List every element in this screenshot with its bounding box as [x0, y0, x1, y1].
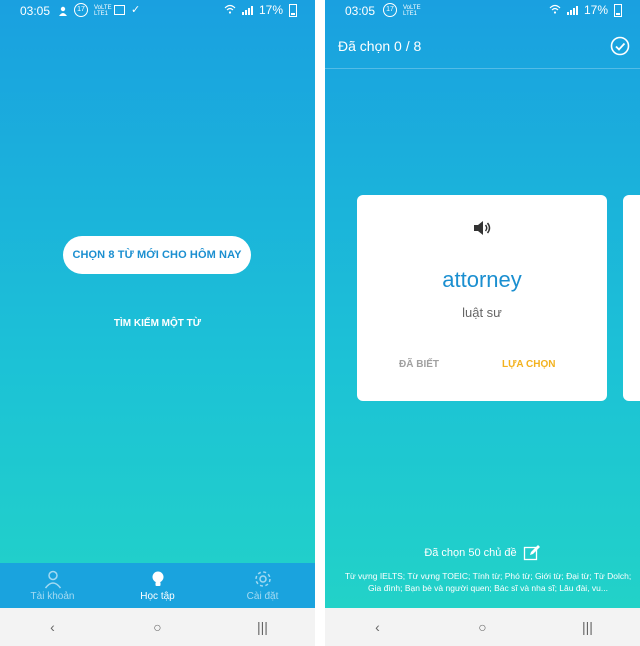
screen-background: 03:05 17 VoLTE LTE1 ✓ 17% CHỌN 8 TỪ MỚI …	[0, 0, 315, 608]
image-status-icon	[114, 5, 125, 15]
gear-icon	[254, 571, 271, 587]
check-status-icon: ✓	[131, 4, 141, 16]
notification-badge: 17	[383, 3, 397, 17]
known-button[interactable]: ĐÃ BIẾT	[399, 359, 439, 370]
network-label: VoLTE LTE1	[94, 5, 112, 17]
system-nav-bar: ‹ ○ |||	[325, 608, 640, 646]
person-status-icon	[58, 5, 68, 16]
nav-item-study[interactable]: Học tập	[105, 563, 210, 608]
topics-header: Đã chọn 50 chủ đề	[325, 544, 640, 562]
status-bar: 03:05 17 VoLTE LTE1 17%	[325, 0, 640, 22]
phone-left: 03:05 17 VoLTE LTE1 ✓ 17% CHỌN 8 TỪ MỚI …	[0, 0, 315, 646]
wifi-icon	[224, 3, 236, 17]
next-card-peek[interactable]	[623, 195, 640, 401]
network-label: VoLTE LTE1	[403, 5, 421, 17]
edit-icon[interactable]	[523, 544, 541, 562]
person-icon	[44, 570, 61, 589]
topics-count: Đã chọn 50 chủ đề	[424, 547, 517, 559]
speaker-icon[interactable]	[472, 219, 492, 237]
selected-count: Đã chọn 0 / 8	[338, 38, 422, 54]
word-text: attorney	[442, 267, 522, 292]
check-circle-icon[interactable]	[610, 36, 630, 56]
select-button[interactable]: LỰA CHỌN	[502, 359, 555, 370]
lightbulb-icon	[152, 571, 163, 586]
nav-label-study: Học tập	[140, 591, 175, 602]
bottom-nav: Tài khoản Học tập Cài đặt	[0, 563, 315, 608]
nav-label-account: Tài khoản	[30, 591, 75, 602]
nav-item-account[interactable]: Tài khoản	[0, 563, 105, 608]
phone-right: 03:05 17 VoLTE LTE1 17% Đã chọn 0 / 8 at…	[325, 0, 640, 646]
status-right: 17%	[224, 3, 297, 17]
nav-item-settings[interactable]: Cài đặt	[210, 563, 315, 608]
system-nav-bar: ‹ ○ |||	[0, 608, 315, 646]
word-meaning: luật sư	[462, 305, 502, 320]
choose-words-button[interactable]: CHỌN 8 TỪ MỚI CHO HÔM NAY	[63, 236, 251, 274]
signal-icon	[241, 5, 253, 15]
screen-background: 03:05 17 VoLTE LTE1 17% Đã chọn 0 / 8 at…	[325, 0, 640, 608]
topics-list: Từ vựng IELTS; Từ vựng TOEIC; Tính từ; P…	[344, 571, 632, 593]
back-button[interactable]: ‹	[38, 619, 68, 635]
notification-badge: 17	[74, 3, 88, 17]
back-button[interactable]: ‹	[363, 619, 393, 635]
signal-icon	[566, 5, 578, 15]
battery-icon	[614, 3, 622, 17]
status-right: 17%	[549, 3, 622, 17]
wifi-icon	[549, 3, 561, 17]
status-time: 03:05	[345, 4, 376, 18]
word-card[interactable]: attorney luật sư ĐÃ BIẾT LỰA CHỌN	[357, 195, 607, 401]
battery-percent: 17%	[583, 3, 608, 17]
nav-label-settings: Cài đặt	[246, 591, 279, 602]
top-bar: Đã chọn 0 / 8	[325, 22, 640, 69]
status-time: 03:05	[20, 4, 51, 18]
status-left-icons: 17 VoLTE LTE1	[383, 3, 421, 17]
battery-percent: 17%	[258, 3, 283, 17]
recents-button[interactable]: |||	[573, 619, 603, 635]
recents-button[interactable]: |||	[248, 619, 278, 635]
home-button[interactable]: ○	[143, 619, 173, 635]
home-button[interactable]: ○	[468, 619, 498, 635]
battery-icon	[289, 3, 297, 17]
status-left-icons: 17 VoLTE LTE1 ✓	[58, 3, 141, 17]
status-bar: 03:05 17 VoLTE LTE1 ✓ 17%	[0, 0, 315, 22]
search-word-link[interactable]: TÌM KIẾM MỘT TỪ	[0, 318, 315, 329]
